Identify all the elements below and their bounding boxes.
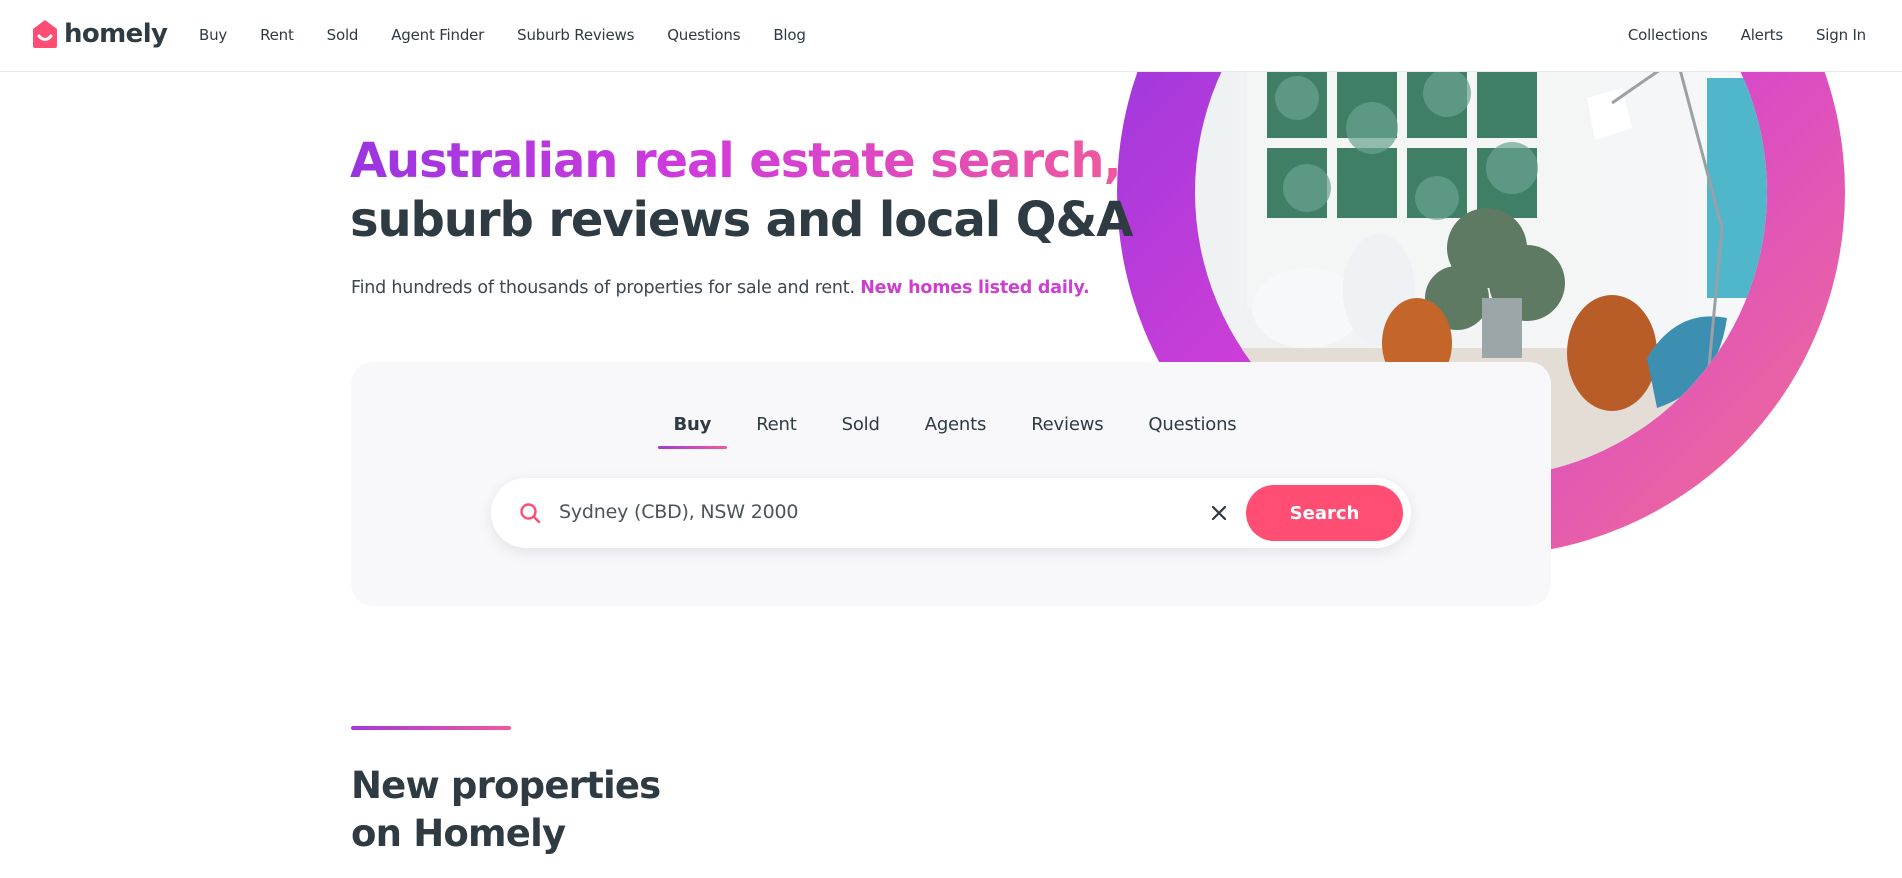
- hero-headline-line1: Australian real estate search,: [350, 132, 1132, 191]
- tab-questions[interactable]: Questions: [1148, 414, 1236, 449]
- homely-logo[interactable]: homely: [32, 19, 168, 49]
- search-button[interactable]: Search: [1246, 485, 1403, 541]
- section-accent-rule: [351, 726, 511, 730]
- main-nav: Buy Rent Sold Agent Finder Suburb Review…: [199, 26, 806, 44]
- search-icon: [520, 503, 541, 524]
- account-nav: Collections Alerts Sign In: [1628, 26, 1866, 44]
- tab-agents[interactable]: Agents: [925, 414, 987, 449]
- tab-rent[interactable]: Rent: [756, 414, 797, 449]
- nav-alerts[interactable]: Alerts: [1741, 26, 1784, 44]
- search-panel: Buy Rent Sold Agents Reviews Questions S…: [351, 362, 1551, 606]
- nav-sold[interactable]: Sold: [327, 26, 359, 44]
- section-title-line1: New properties: [351, 764, 661, 807]
- nav-agent-finder[interactable]: Agent Finder: [391, 26, 484, 44]
- hero-headline-line2: suburb reviews and local Q&A: [350, 192, 1133, 248]
- logo-wordmark: homely: [64, 19, 168, 49]
- hero-headline: Australian real estate search, suburb re…: [350, 132, 1133, 250]
- house-logo-icon: [33, 20, 57, 48]
- top-navigation-bar: homely Buy Rent Sold Agent Finder Suburb…: [0, 0, 1902, 72]
- search-tabs: Buy Rent Sold Agents Reviews Questions: [351, 414, 1551, 449]
- nav-suburb-reviews[interactable]: Suburb Reviews: [517, 26, 634, 44]
- nav-questions[interactable]: Questions: [667, 26, 740, 44]
- search-input-value[interactable]: Sydney (CBD), NSW 2000: [559, 501, 798, 523]
- hero-subline: Find hundreds of thousands of properties…: [351, 278, 1090, 298]
- tab-reviews[interactable]: Reviews: [1031, 414, 1103, 449]
- tab-buy[interactable]: Buy: [657, 414, 727, 449]
- nav-buy[interactable]: Buy: [199, 26, 227, 44]
- nav-collections[interactable]: Collections: [1628, 26, 1708, 44]
- location-search-field[interactable]: Sydney (CBD), NSW 2000 Search: [491, 478, 1411, 548]
- close-icon[interactable]: [1210, 504, 1228, 522]
- nav-blog[interactable]: Blog: [773, 26, 806, 44]
- section-title-line2: on Homely: [351, 812, 566, 855]
- section-title: New properties on Homely: [351, 762, 661, 858]
- hero-subline-accent: New homes listed daily.: [860, 278, 1090, 298]
- hero-subline-text: Find hundreds of thousands of properties…: [351, 278, 855, 298]
- nav-sign-in[interactable]: Sign In: [1816, 26, 1866, 44]
- nav-rent[interactable]: Rent: [260, 26, 294, 44]
- tab-sold[interactable]: Sold: [842, 414, 880, 449]
